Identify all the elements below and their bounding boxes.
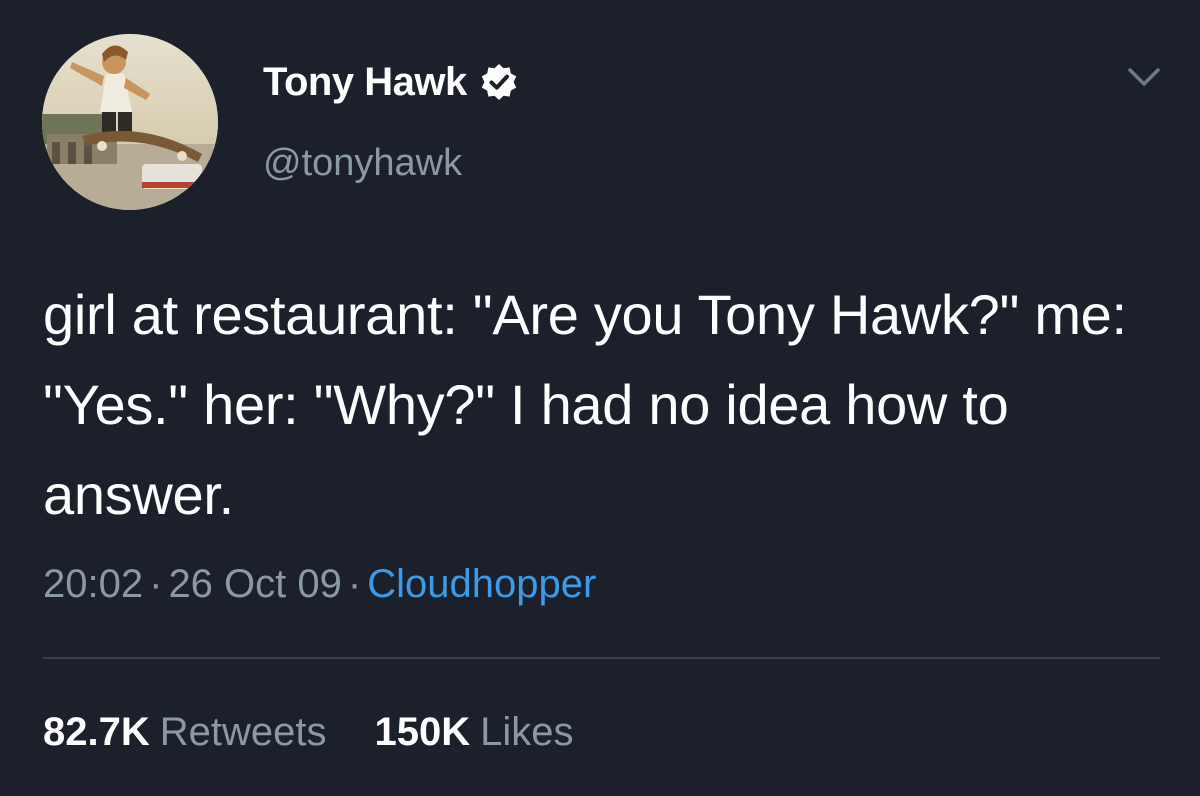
retweets-count: 82.7K: [43, 710, 150, 754]
tweet-meta: 20:02 · 26 Oct 09 · Cloudhopper: [43, 562, 596, 607]
author-row: Tony Hawk: [263, 56, 519, 108]
chevron-down-icon[interactable]: [1122, 62, 1166, 92]
divider: [43, 657, 1160, 659]
source-link[interactable]: Cloudhopper: [367, 562, 596, 606]
likes-label: Likes: [480, 710, 574, 754]
avatar[interactable]: [42, 34, 218, 210]
retweets-label: Retweets: [159, 710, 327, 754]
avatar-photo: [42, 34, 218, 210]
display-name[interactable]: Tony Hawk: [263, 60, 467, 105]
handle[interactable]: @tonyhawk: [263, 142, 462, 185]
likes-count: 150K: [374, 710, 471, 754]
tweet-date[interactable]: 26 Oct 09: [168, 562, 341, 606]
tweet-stats: 82.7K Retweets 150K Likes: [43, 710, 574, 755]
retweets-stat[interactable]: 82.7K Retweets: [43, 710, 327, 755]
tweet-card: Tony Hawk @tonyhawk girl at restaurant: …: [0, 0, 1200, 796]
meta-separator: ·: [149, 562, 163, 606]
tweet-text: girl at restaurant: "Are you Tony Hawk?"…: [43, 283, 1127, 526]
meta-separator: ·: [347, 562, 362, 606]
likes-stat[interactable]: 150K Likes: [375, 710, 574, 755]
verified-badge-icon: [479, 62, 519, 102]
tweet-time[interactable]: 20:02: [43, 562, 143, 606]
